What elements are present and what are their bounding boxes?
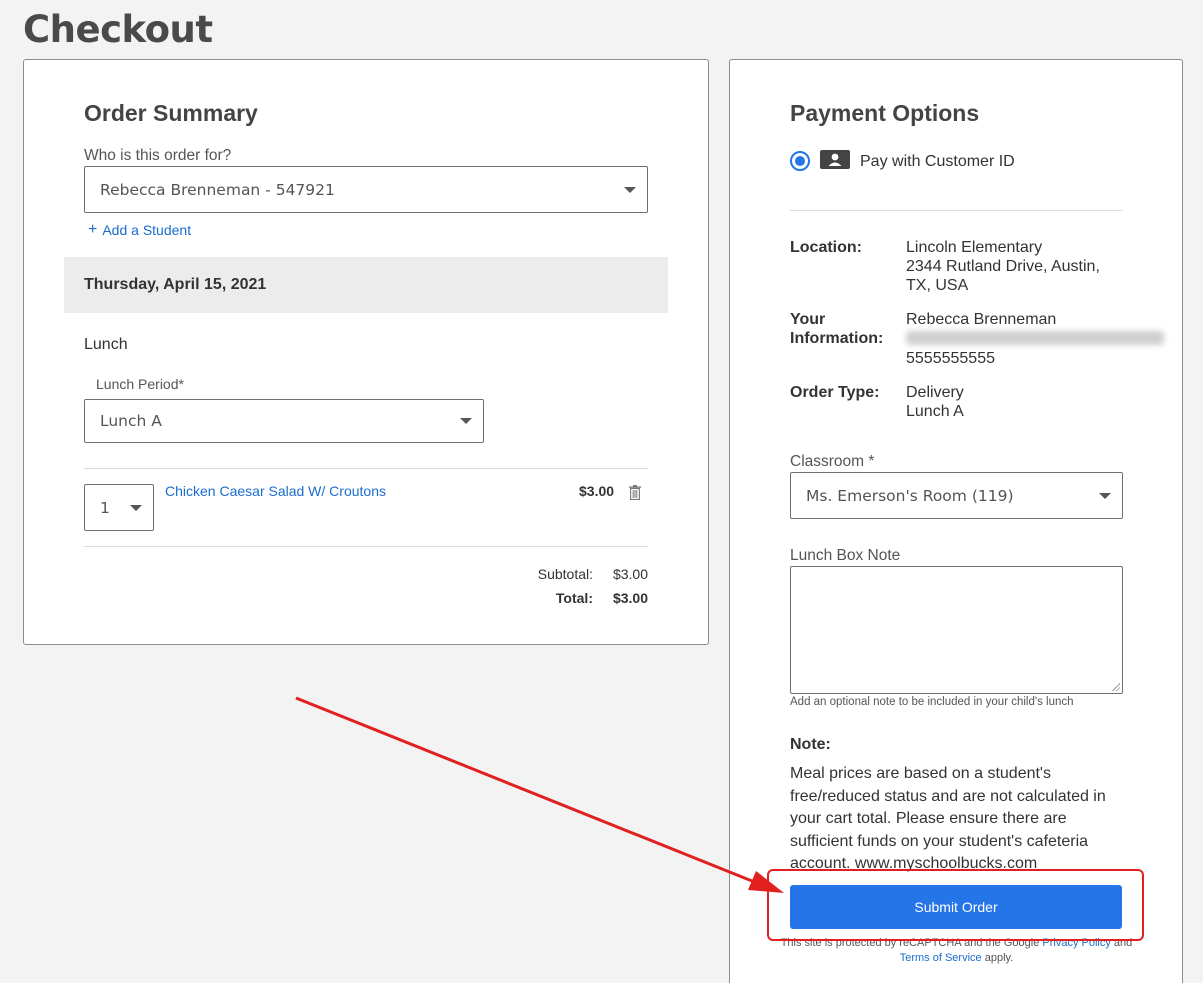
annotation-arrow xyxy=(295,696,784,893)
